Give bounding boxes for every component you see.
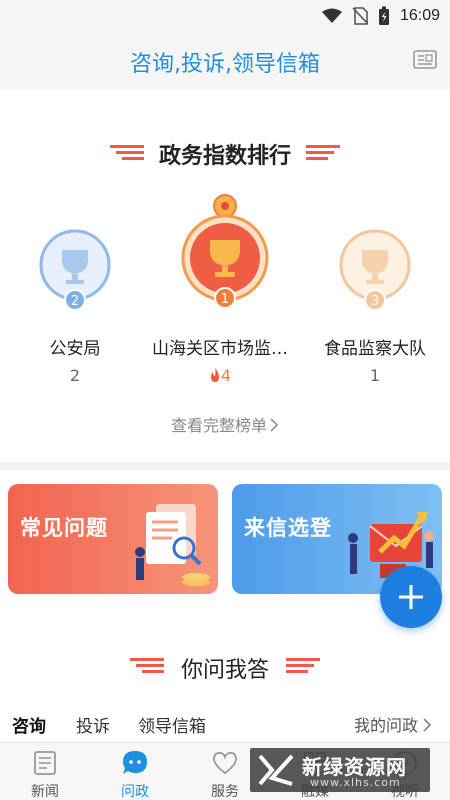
newspaper-icon[interactable] xyxy=(412,49,438,71)
page-title: 咨询,投诉,领导信箱 xyxy=(130,52,320,77)
watermark: 新绿资源网 www.xlhs.com xyxy=(250,748,430,792)
my-inquiries-link[interactable]: 我的问政 xyxy=(354,712,432,736)
svg-text:2: 2 xyxy=(71,294,79,309)
svg-text:1: 1 xyxy=(221,292,229,307)
view-full-ranking-link[interactable]: 查看完整榜单 xyxy=(0,412,450,436)
svg-text:3: 3 xyxy=(371,294,379,309)
view-all-label: 查看完整榜单 xyxy=(170,416,267,435)
qa-deco-right xyxy=(286,658,320,673)
tab-leader-mailbox[interactable]: 领导信箱 xyxy=(138,712,206,737)
qa-title: 你问我答 xyxy=(180,658,269,683)
rank-value-2: 2 xyxy=(69,366,81,385)
status-time: 16:09 xyxy=(399,7,440,24)
plus-icon xyxy=(399,585,423,609)
watermark-sub: www.xlhs.com xyxy=(310,776,401,789)
faq-banner[interactable]: 常见问题 xyxy=(8,484,218,594)
nav-inquiry-label: 问政 xyxy=(121,784,149,800)
chevron-right-icon xyxy=(423,718,432,732)
rank-medal-3[interactable]: 3 xyxy=(338,228,412,316)
section-divider xyxy=(0,462,450,470)
rank-name-1[interactable]: 山海关区市场监… xyxy=(145,334,295,359)
nav-inquiry[interactable]: 问政 xyxy=(90,743,180,800)
letters-banner-label: 来信选登 xyxy=(244,516,332,540)
trophy-silver-icon: 2 xyxy=(39,229,111,311)
ranking-card: 政务指数排行 2 1 3 公安局 山海关区市场监… 食品监察大队 2 4 1 查… xyxy=(0,92,450,462)
rank-medal-2[interactable]: 2 xyxy=(38,228,112,316)
battery-icon xyxy=(378,6,389,25)
ranking-title: 政务指数排行 xyxy=(158,144,291,169)
watermark-logo-icon xyxy=(258,754,294,786)
status-bar: 16:09 xyxy=(0,0,450,32)
rank-name-2[interactable]: 公安局 xyxy=(0,334,150,359)
nav-news[interactable]: 新闻 xyxy=(0,743,90,800)
nav-news-label: 新闻 xyxy=(31,784,59,800)
wifi-icon xyxy=(321,8,342,23)
rank-value-1-wrap: 4 xyxy=(145,366,295,385)
tab-consult[interactable]: 咨询 xyxy=(12,712,46,737)
news-icon xyxy=(34,751,56,775)
documents-illustration-icon xyxy=(135,504,210,586)
rank-medal-1[interactable]: 1 xyxy=(180,192,270,320)
rank-value-3: 1 xyxy=(369,366,381,385)
status-icons: 16:09 xyxy=(321,6,440,26)
rank-name-3[interactable]: 食品监察大队 xyxy=(300,334,450,359)
app-header: 咨询,投诉,领导信箱 xyxy=(0,32,450,90)
rank-value-1: 4 xyxy=(220,366,232,385)
heart-icon xyxy=(213,751,237,775)
qa-tabs: 咨询 投诉 领导信箱 我的问政 xyxy=(0,712,450,742)
trophy-gold-icon: 1 xyxy=(181,194,269,309)
title-deco-right xyxy=(306,145,340,160)
chat-bubble-icon xyxy=(123,751,147,774)
trophy-bronze-icon: 3 xyxy=(339,229,411,311)
my-inquiries-label: 我的问政 xyxy=(353,716,418,735)
flame-icon xyxy=(210,368,219,382)
chevron-right-icon xyxy=(270,418,279,432)
add-button[interactable] xyxy=(380,566,442,628)
no-sim-icon xyxy=(352,7,368,25)
faq-banner-label: 常见问题 xyxy=(20,516,108,540)
tab-complaint[interactable]: 投诉 xyxy=(76,712,110,737)
